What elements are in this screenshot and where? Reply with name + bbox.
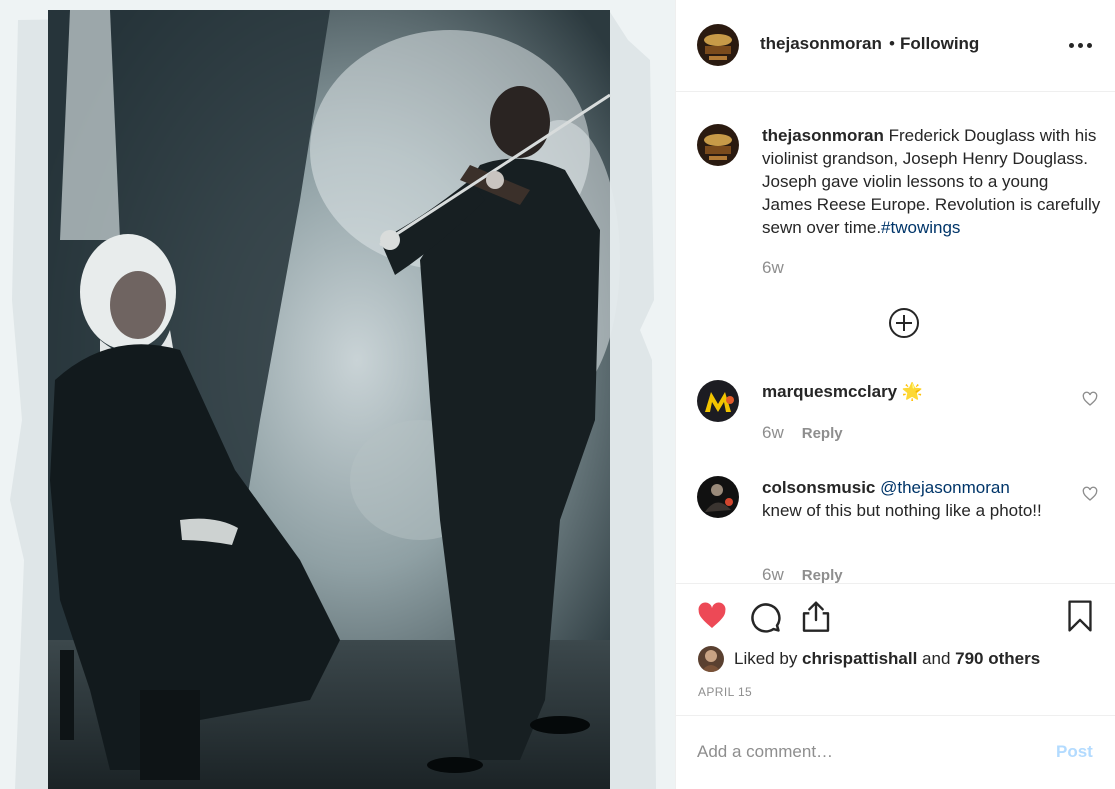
comment-username[interactable]: marquesmcclary (762, 382, 897, 401)
plus-circle-icon[interactable] (888, 307, 920, 339)
comments-list[interactable]: thejasonmoran Frederick Douglass with hi… (676, 93, 1115, 583)
vintage-photograph (0, 0, 675, 789)
comment-meta: 6w Reply (762, 423, 843, 443)
share-icon[interactable] (800, 598, 832, 634)
heart-filled-icon[interactable] (696, 600, 728, 632)
bookmark-icon[interactable] (1066, 599, 1094, 633)
post-photo[interactable] (0, 0, 675, 789)
ellipsis-icon[interactable] (1069, 36, 1095, 54)
heart-outline-icon[interactable] (1082, 391, 1098, 407)
separator-dot: • (889, 34, 895, 53)
comment-meta: 6w Reply (762, 565, 843, 583)
comment-icon[interactable] (748, 600, 782, 634)
caption-author-avatar[interactable] (697, 124, 739, 166)
commenter-avatar[interactable] (697, 380, 739, 422)
post-side-panel: thejasonmoran • Following thejasonmoran … (675, 0, 1115, 789)
likes-middle: and (917, 649, 956, 668)
post-header: thejasonmoran • Following (676, 0, 1115, 92)
comment-time[interactable]: 6w (762, 423, 784, 442)
likes-others-link[interactable]: 790 others (955, 649, 1040, 669)
likes-prefix: Liked by (734, 649, 803, 668)
comment-text: colsonsmusic @thejasonmoran knew of this… (762, 476, 1052, 522)
comment-username[interactable]: colsonsmusic (762, 478, 875, 497)
comment-mention[interactable]: @thejasonmoran (880, 478, 1010, 497)
comment-input[interactable] (697, 738, 1027, 766)
reply-button[interactable]: Reply (802, 567, 843, 583)
post-date[interactable]: APRIL 15 (698, 685, 752, 699)
post-actions: Liked by chrispattishall and 790 others … (676, 583, 1115, 715)
caption-username[interactable]: thejasonmoran (762, 126, 884, 145)
commenter-avatar[interactable] (697, 476, 739, 518)
caption-hashtag[interactable]: #twowings (881, 218, 960, 237)
likes-summary: Liked by chrispattishall and 790 others (698, 646, 1040, 672)
caption-time[interactable]: 6w (762, 258, 784, 278)
heart-outline-icon[interactable] (1082, 486, 1098, 502)
author-username[interactable]: thejasonmoran (760, 34, 882, 54)
follow-status-button[interactable]: Following (900, 34, 979, 54)
liker-username[interactable]: chrispattishall (802, 649, 917, 669)
caption-text: thejasonmoran Frederick Douglass with hi… (762, 124, 1102, 239)
comment-text: marquesmcclary 🌟 (762, 380, 923, 403)
comment-emoji: 🌟 (901, 382, 924, 401)
liker-avatar[interactable] (698, 646, 724, 672)
comment-body: knew of this but nothing like a photo!! (762, 501, 1042, 520)
comment-time[interactable]: 6w (762, 565, 784, 583)
reply-button[interactable]: Reply (802, 425, 843, 442)
author-avatar[interactable] (697, 24, 739, 66)
add-comment-bar: Post (676, 715, 1115, 789)
post-comment-button[interactable]: Post (1056, 742, 1093, 762)
